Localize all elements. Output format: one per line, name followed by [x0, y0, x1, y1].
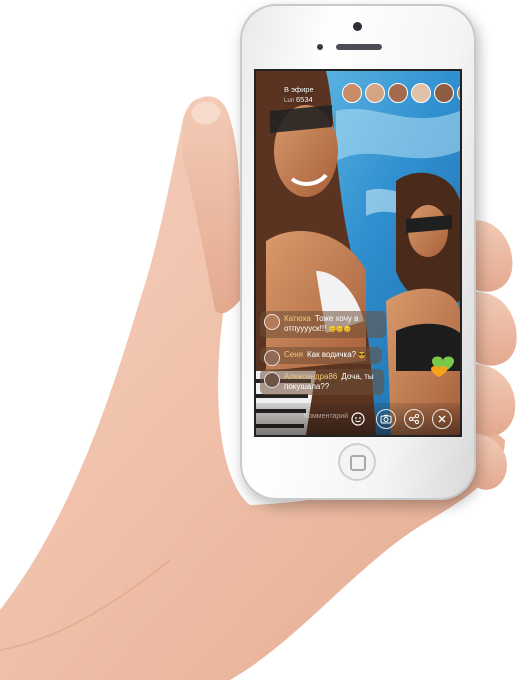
stream-status-label: В эфире [284, 85, 314, 94]
earpiece-speaker [336, 44, 382, 50]
avatar [264, 372, 280, 388]
viewers-count: 6534 [296, 95, 313, 104]
viewers-counter: Lun 6534 [284, 95, 313, 106]
proximity-sensor [317, 44, 323, 50]
viewer-avatar[interactable] [411, 83, 431, 103]
smile-icon [351, 412, 365, 426]
home-button[interactable] [338, 443, 376, 481]
home-square-icon [350, 455, 366, 471]
hearts-icon [431, 356, 454, 377]
close-button[interactable] [432, 409, 452, 429]
comment-author: Катюха [284, 314, 311, 323]
comment-author: Сеня [284, 350, 303, 359]
camera-button[interactable] [376, 409, 396, 429]
viewers-prefix: Lun [284, 98, 295, 104]
emoji-icon: 😎 [358, 353, 366, 359]
comment-bar: Комментарий [256, 403, 460, 435]
comment-item: Сеня Как водичка? 😎 [260, 347, 382, 366]
live-stream-screen: В эфире Lun 6534 Катюха Тоже хочу в отпууу… [256, 71, 460, 435]
close-icon [438, 415, 446, 423]
comment-item: Катюха Тоже хочу в отпууууск!!! 😊😊😊 [260, 311, 386, 338]
share-icon [408, 413, 420, 425]
viewer-avatar[interactable] [365, 83, 385, 103]
comment-text: Как водичка? [306, 350, 357, 359]
comment-input[interactable]: Комментарий [304, 413, 348, 420]
avatar [264, 350, 280, 366]
viewer-avatar[interactable] [342, 83, 362, 103]
camera-icon [380, 414, 392, 424]
emoji-icon: 😊😊😊 [328, 327, 352, 333]
front-camera [353, 22, 362, 31]
comment-author: Александра86 [284, 372, 338, 381]
avatar [264, 314, 280, 330]
phone-device: В эфире Lun 6534 Катюха Тоже хочу в отпууу… [240, 4, 476, 500]
smile-button[interactable] [348, 409, 368, 429]
comment-item: Александра86 Доча, ты покушала?? [260, 369, 384, 395]
viewer-avatar[interactable] [434, 83, 454, 103]
viewer-avatar[interactable] [388, 83, 408, 103]
share-button[interactable] [404, 409, 424, 429]
